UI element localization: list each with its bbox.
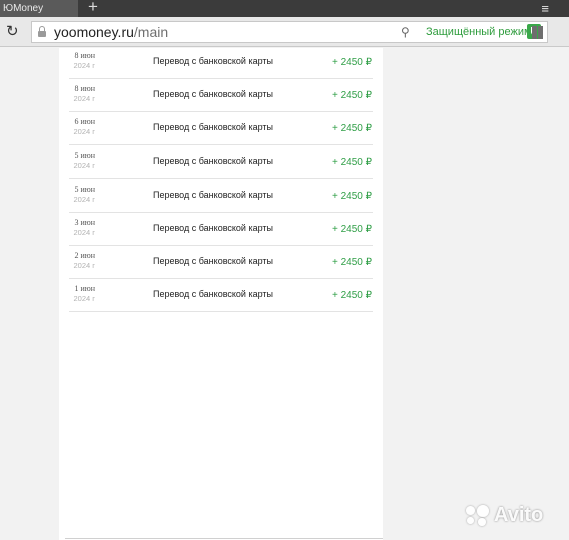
row-divider	[69, 111, 373, 112]
list-item[interactable]: 8 июн 2024 г Перевод с банковской карты + 2…	[59, 81, 383, 114]
transaction-date: 5 июн	[74, 151, 95, 160]
reading-mode-icon[interactable]	[532, 26, 543, 39]
transaction-amount: + 2450 ₽	[331, 290, 372, 301]
transaction-date: 2 июн	[74, 251, 95, 260]
transaction-description: Перевод с банковской карты	[153, 156, 273, 166]
row-divider	[69, 212, 373, 213]
transaction-year: 2024 г	[73, 294, 95, 303]
address-bar: ↻ yoomoney.ru/main ⚲ Защищённый режим	[0, 17, 569, 47]
transaction-year: 2024 г	[73, 195, 95, 204]
transaction-year: 2024 г	[73, 127, 95, 136]
list-item[interactable]: 6 июн 2024 г Перевод с банковской карты + 2…	[59, 114, 383, 147]
transaction-description: Перевод с банковской карты	[153, 89, 273, 99]
transaction-year: 2024 г	[73, 261, 95, 270]
search-icon[interactable]: ⚲	[401, 24, 410, 40]
transaction-description: Перевод с банковской карты	[153, 223, 273, 233]
url-path: /main	[133, 24, 169, 40]
list-item[interactable]: 2 июн 2024 г Перевод с банковской карты + 2…	[59, 248, 383, 281]
url-domain: yoomoney.ru	[54, 24, 134, 40]
transaction-amount: + 2450 ₽	[331, 157, 372, 168]
list-item[interactable]: 5 июн 2024 г Перевод с банковской карты + 2…	[59, 148, 383, 181]
list-item[interactable]: 3 июн 2024 г Перевод с банковской карты + 2…	[59, 215, 383, 248]
reload-icon[interactable]: ↻	[6, 23, 19, 41]
transaction-description: Перевод с банковской карты	[153, 190, 273, 200]
tab-yoomoney[interactable]: ЮMoney	[0, 0, 78, 17]
tab-title: ЮMoney	[3, 3, 44, 14]
transaction-amount: + 2450 ₽	[331, 57, 372, 68]
transaction-date: 1 июн	[74, 284, 95, 293]
avito-logo-icon	[464, 505, 494, 527]
transaction-amount: + 2450 ₽	[331, 224, 372, 235]
divider	[65, 538, 383, 539]
new-tab-button[interactable]: +	[88, 0, 98, 15]
list-item[interactable]: 1 июн 2024 г Перевод с банковской карты + 2…	[59, 281, 383, 314]
transaction-date: 8 июн	[74, 84, 95, 93]
menu-icon[interactable]: ≡	[541, 0, 549, 17]
transaction-date: 5 июн	[74, 185, 95, 194]
transaction-amount: + 2450 ₽	[331, 191, 372, 202]
row-divider	[69, 178, 373, 179]
transaction-description: Перевод с банковской карты	[153, 256, 273, 266]
tab-bar: ЮMoney + ≡	[0, 0, 569, 17]
url-text[interactable]: yoomoney.ru/main	[54, 23, 168, 41]
transaction-amount: + 2450 ₽	[331, 123, 372, 134]
transaction-description: Перевод с банковской карты	[153, 289, 273, 299]
transaction-year: 2024 г	[73, 61, 95, 70]
transaction-date: 8 июн	[74, 51, 95, 60]
avito-watermark-text: Avito	[494, 504, 544, 526]
row-divider	[69, 278, 373, 279]
transaction-year: 2024 г	[73, 94, 95, 103]
row-divider	[69, 311, 373, 312]
row-divider	[69, 245, 373, 246]
transaction-date: 3 июн	[74, 218, 95, 227]
transaction-description: Перевод с банковской карты	[153, 56, 273, 66]
row-divider	[69, 78, 373, 79]
transaction-amount: + 2450 ₽	[331, 257, 372, 268]
transaction-year: 2024 г	[73, 161, 95, 170]
url-field[interactable]: yoomoney.ru/main ⚲ Защищённый режим	[31, 21, 548, 43]
transaction-date: 6 июн	[74, 117, 95, 126]
transaction-description: Перевод с банковской карты	[153, 122, 273, 132]
transaction-year: 2024 г	[73, 228, 95, 237]
row-divider	[69, 144, 373, 145]
list-item[interactable]: 5 июн 2024 г Перевод с банковской карты + 2…	[59, 182, 383, 215]
avito-watermark: Avito	[464, 503, 560, 529]
list-item[interactable]: 8 июн 2024 г Перевод с банковской карты + 2…	[59, 48, 383, 81]
transaction-amount: + 2450 ₽	[331, 90, 372, 101]
lock-icon	[38, 26, 46, 37]
protect-mode-label[interactable]: Защищённый режим	[426, 25, 532, 39]
transaction-list: 8 июн 2024 г Перевод с банковской карты + 2…	[59, 48, 383, 540]
